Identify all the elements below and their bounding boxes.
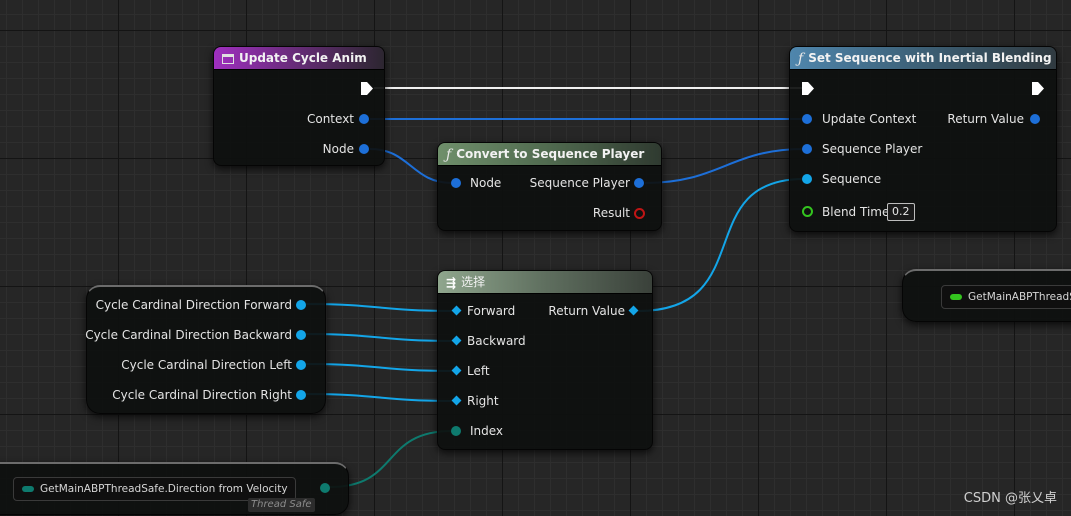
sequence-pin-label: Sequence <box>822 172 882 186</box>
result-output-pin[interactable] <box>634 208 645 219</box>
sequence-player-pin-label: Sequence Player <box>529 176 630 190</box>
cycle-right-output-pin[interactable] <box>296 390 306 400</box>
cycle-direction-variables-node[interactable]: Cycle Cardinal Direction Forward Cycle C… <box>85 285 326 414</box>
cycle-left-label: Cycle Cardinal Direction Left <box>121 358 292 372</box>
cycle-right-label: Cycle Cardinal Direction Right <box>112 388 292 402</box>
chevron-down-icon[interactable]: ⌄ <box>294 484 295 495</box>
node-title: Convert to Sequence Player <box>456 147 645 161</box>
sequence-input-pin[interactable] <box>802 174 812 184</box>
left-wire <box>305 363 453 372</box>
blend-time-value-field[interactable]: 0.2 <box>887 203 915 221</box>
watermark: CSDN @张乂卓 <box>963 491 1057 506</box>
node-pin-label: Node <box>470 176 502 190</box>
enum-type-icon <box>22 486 34 492</box>
left-pin-label: Left <box>467 364 490 378</box>
function-f-icon: ƒ <box>446 146 452 163</box>
direction-output-pin[interactable] <box>320 483 330 493</box>
cycle-backward-output-pin[interactable] <box>296 330 306 340</box>
right-wire <box>305 393 453 402</box>
index-input-pin[interactable] <box>451 426 461 436</box>
left-input-pin[interactable] <box>451 365 462 376</box>
cycle-forward-label: Cycle Cardinal Direction Forward <box>95 298 292 312</box>
direction-from-velocity-getter-node[interactable]: GetMainABPThreadSafe.Direction from Velo… <box>0 462 349 515</box>
sequence-player-output-pin[interactable] <box>634 178 644 188</box>
sequence-player-wire <box>644 148 805 184</box>
node-header: ⇶ 选择 <box>438 271 652 294</box>
sequence-player-pin-label: Sequence Player <box>822 142 923 156</box>
blend-time-pin-label: Blend Time <box>822 205 890 219</box>
cycle-backward-label: Cycle Cardinal Direction Backward <box>85 328 292 342</box>
node-output-pin[interactable] <box>359 144 369 154</box>
return-value-pin-label: Return Value <box>548 304 625 318</box>
backward-pin-label: Backward <box>467 334 526 348</box>
context-pin-label: Context <box>306 112 354 126</box>
forward-wire <box>305 303 453 312</box>
context-output-pin[interactable] <box>359 114 369 124</box>
return-value-output-pin[interactable] <box>1030 114 1040 124</box>
node-title: 选择 <box>461 275 486 289</box>
select-node[interactable]: ⇶ 选择 Forward Return Value Backward Left R… <box>437 270 653 450</box>
bool-type-icon <box>950 294 962 300</box>
node-header: ƒ Set Sequence with Inertial Blending <box>790 47 1056 70</box>
thread-safe-badge: Thread Safe <box>248 498 315 512</box>
select-icon: ⇶ <box>446 275 457 290</box>
update-context-input-pin[interactable] <box>802 114 812 124</box>
right-input-pin[interactable] <box>451 395 462 406</box>
return-value-output-pin[interactable] <box>628 305 639 316</box>
blend-time-input-pin[interactable] <box>802 206 813 217</box>
return-value-pin-label: Return Value <box>947 112 1024 126</box>
node-title: Set Sequence with Inertial Blending <box>808 51 1052 65</box>
sequence-player-input-pin[interactable] <box>802 144 812 154</box>
set-sequence-node[interactable]: ƒ Set Sequence with Inertial Blending Upd… <box>789 46 1057 232</box>
backward-input-pin[interactable] <box>451 335 462 346</box>
forward-input-pin[interactable] <box>451 305 462 316</box>
update-context-pin-label: Update Context <box>822 112 917 126</box>
property-access-label: GetMainABPThreadSafe.Direction from Velo… <box>40 483 288 495</box>
node-input-pin[interactable] <box>451 178 461 188</box>
property-access-field[interactable]: GetMainABPThreadSafe <box>941 285 1071 309</box>
function-f-icon: ƒ <box>798 50 804 67</box>
property-access-label: GetMainABPThreadSafe <box>968 291 1071 303</box>
convert-to-sequence-player-node[interactable]: ƒ Convert to Sequence Player Node Sequenc… <box>437 142 662 231</box>
update-cycle-anim-node[interactable]: Update Cycle Anim Context Node <box>213 46 385 166</box>
node-pin-label: Node <box>322 142 354 156</box>
cycle-left-output-pin[interactable] <box>296 360 306 370</box>
square-window-icon <box>222 53 234 64</box>
node-header: ƒ Convert to Sequence Player <box>438 143 661 166</box>
index-pin-label: Index <box>470 424 504 438</box>
node-header: Update Cycle Anim <box>214 47 384 70</box>
result-pin-label: Result <box>592 206 630 220</box>
main-abp-thread-safe-getter-node[interactable]: GetMainABPThreadSafe <box>902 269 1071 322</box>
cycle-forward-output-pin[interactable] <box>296 300 306 310</box>
forward-pin-label: Forward <box>467 304 516 318</box>
backward-wire <box>305 333 453 342</box>
node-title: Update Cycle Anim <box>239 51 367 65</box>
sequence-wire <box>637 178 805 312</box>
right-pin-label: Right <box>467 394 499 408</box>
